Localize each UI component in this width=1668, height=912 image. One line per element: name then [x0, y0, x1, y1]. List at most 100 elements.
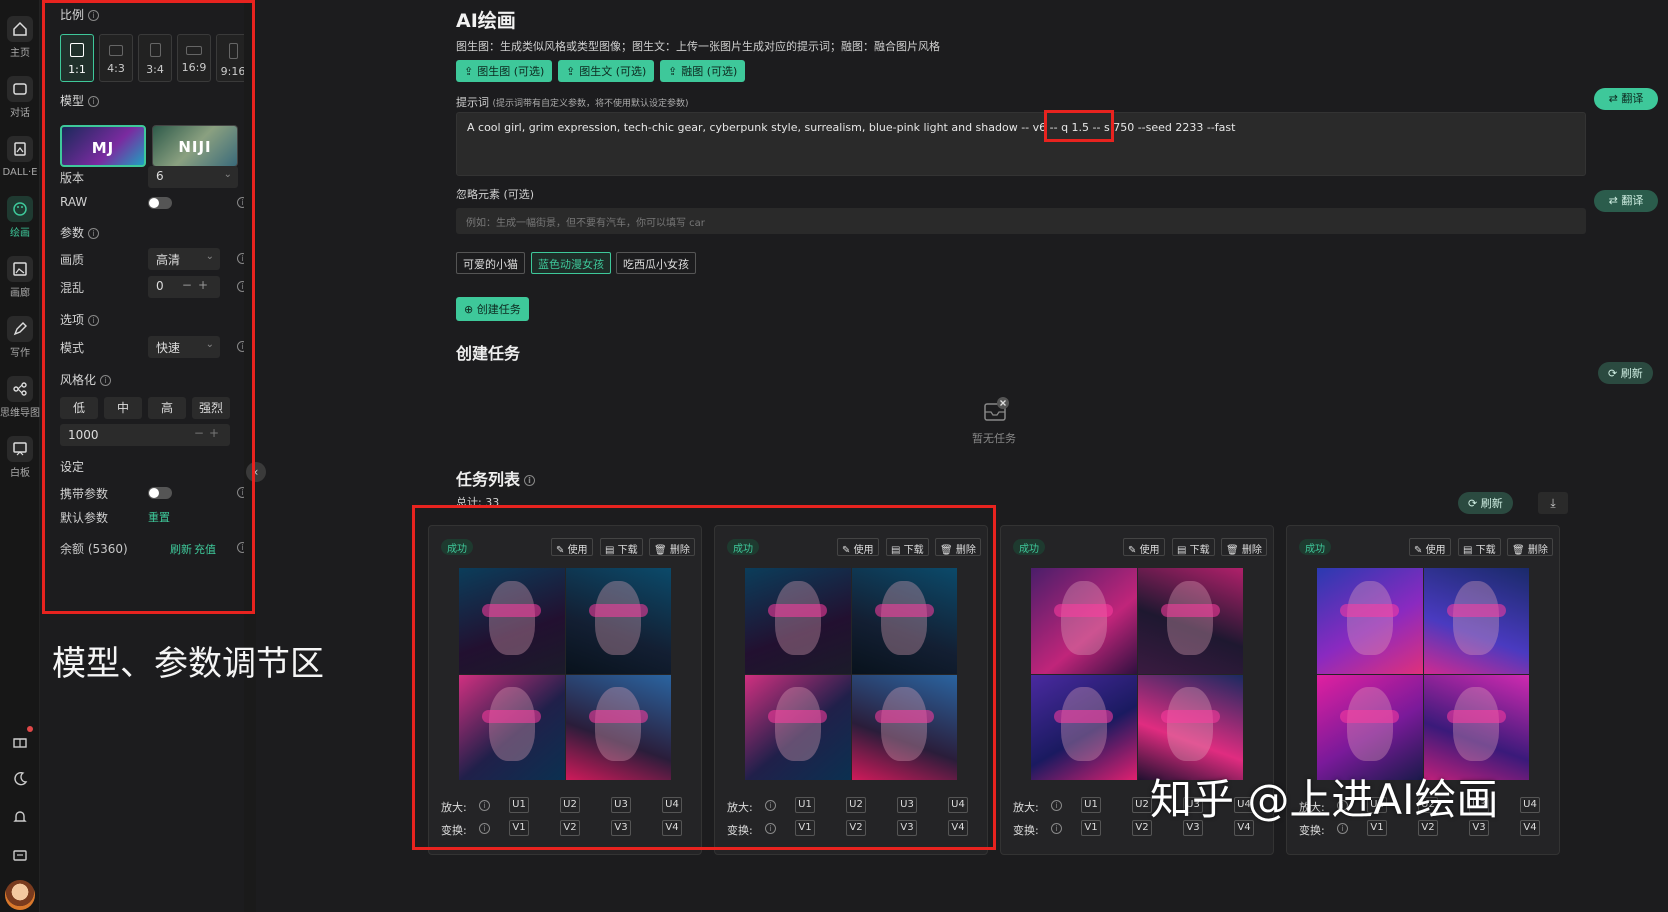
- prompt-textarea[interactable]: A cool girl, grim expression, tech-chic …: [456, 112, 1586, 176]
- generated-image[interactable]: [851, 568, 957, 674]
- info-icon[interactable]: i: [1051, 823, 1062, 834]
- ratio-option-3-4[interactable]: 3:4: [138, 34, 172, 82]
- info-icon[interactable]: i: [479, 800, 490, 811]
- generated-image[interactable]: [565, 674, 671, 780]
- img2text-upload-button[interactable]: ⇪ 图生文 (可选): [558, 60, 655, 82]
- quality-select[interactable]: 高清 ⌄: [148, 248, 220, 270]
- variation-v1-button[interactable]: V1: [509, 820, 529, 836]
- rail-item-writing[interactable]: 写作: [0, 308, 40, 366]
- model-mj[interactable]: MJ: [60, 125, 146, 167]
- img2img-upload-button[interactable]: ⇪ 图生图 (可选): [456, 60, 553, 82]
- variation-v2-button[interactable]: V2: [560, 820, 580, 836]
- refresh-tasks-button[interactable]: ⟳ 刷新: [1458, 492, 1513, 514]
- info-icon[interactable]: i: [88, 228, 100, 239]
- upscale-u1-button[interactable]: U1: [509, 797, 529, 813]
- upscale-u4-button[interactable]: U4: [948, 797, 968, 813]
- upscale-u2-button[interactable]: U2: [1132, 797, 1152, 813]
- image-grid[interactable]: [745, 568, 957, 780]
- rail-item-home[interactable]: 主页: [0, 8, 40, 66]
- variation-v2-button[interactable]: V2: [1132, 820, 1152, 836]
- image-grid[interactable]: [1317, 568, 1529, 780]
- info-icon[interactable]: i: [765, 800, 776, 811]
- generated-image[interactable]: [745, 568, 851, 674]
- delete-button[interactable]: 🗑 删除: [935, 538, 981, 556]
- version-select[interactable]: 6 ⌄: [148, 166, 238, 188]
- stylize-low-button[interactable]: 低: [60, 397, 98, 419]
- upscale-u1-button[interactable]: U1: [1081, 797, 1101, 813]
- variation-v1-button[interactable]: V1: [795, 820, 815, 836]
- stylize-stepper[interactable]: 1000 −+: [60, 424, 230, 446]
- stylize-high-button[interactable]: 高: [148, 397, 186, 419]
- translate-prompt-button[interactable]: ⇄ 翻译: [1594, 88, 1658, 110]
- generated-image[interactable]: [565, 568, 671, 674]
- generated-image[interactable]: [1423, 674, 1529, 780]
- image-grid[interactable]: [459, 568, 671, 780]
- variation-v4-button[interactable]: V4: [948, 820, 968, 836]
- delete-button[interactable]: 🗑 删除: [649, 538, 695, 556]
- generated-image[interactable]: [745, 674, 851, 780]
- download-button[interactable]: ▤ 下载: [886, 538, 929, 556]
- collapse-panel-button[interactable]: ‹: [246, 462, 266, 482]
- info-icon[interactable]: i: [1051, 800, 1062, 811]
- rail-item-mindmap[interactable]: 思维导图: [0, 368, 40, 426]
- create-task-button[interactable]: ⊕ 创建任务: [456, 297, 529, 321]
- preset-watermelon-girl[interactable]: 吃西瓜小女孩: [616, 252, 696, 274]
- generated-image[interactable]: [1137, 674, 1243, 780]
- translate-negative-button[interactable]: ⇄ 翻译: [1594, 190, 1658, 212]
- blend-upload-button[interactable]: ⇪ 融图 (可选): [660, 60, 746, 82]
- upscale-u3-button[interactable]: U3: [897, 797, 917, 813]
- info-icon[interactable]: i: [88, 315, 100, 326]
- rail-item-gallery[interactable]: 画廊: [0, 248, 40, 306]
- plus-minus-icon[interactable]: −+: [194, 426, 224, 440]
- image-grid[interactable]: [1031, 568, 1243, 780]
- bell-icon[interactable]: [11, 808, 29, 826]
- negative-prompt-input[interactable]: 例如：生成一幅街景，但不要有汽车，你可以填写 car: [456, 208, 1586, 234]
- preset-blue-anime-girl[interactable]: 蓝色动漫女孩: [531, 252, 611, 274]
- download-button[interactable]: ▤ 下载: [600, 538, 643, 556]
- gift-icon[interactable]: [11, 732, 29, 750]
- chaos-stepper[interactable]: 0 −+: [148, 276, 220, 298]
- upscale-u1-button[interactable]: U1: [795, 797, 815, 813]
- delete-button[interactable]: 🗑 删除: [1507, 538, 1553, 556]
- generated-image[interactable]: [1031, 568, 1137, 674]
- generated-image[interactable]: [1031, 674, 1137, 780]
- generated-image[interactable]: [1423, 568, 1529, 674]
- upscale-u2-button[interactable]: U2: [846, 797, 866, 813]
- info-icon[interactable]: i: [88, 10, 100, 21]
- variation-v3-button[interactable]: V3: [611, 820, 631, 836]
- avatar[interactable]: [5, 880, 35, 910]
- variation-v1-button[interactable]: V1: [1081, 820, 1101, 836]
- inbox-icon[interactable]: [11, 846, 29, 864]
- use-button[interactable]: ✎ 使用: [837, 538, 879, 556]
- generated-image[interactable]: [459, 674, 565, 780]
- generated-image[interactable]: [1137, 568, 1243, 674]
- generated-image[interactable]: [459, 568, 565, 674]
- rail-item-dalle[interactable]: DALL·E: [0, 128, 40, 186]
- variation-v4-button[interactable]: V4: [1520, 820, 1540, 836]
- upscale-u2-button[interactable]: U2: [560, 797, 580, 813]
- ratio-option-16-9[interactable]: 16:9: [177, 34, 211, 82]
- use-button[interactable]: ✎ 使用: [1409, 538, 1451, 556]
- upscale-u4-button[interactable]: U4: [662, 797, 682, 813]
- rail-item-painting[interactable]: 绘画: [0, 188, 40, 246]
- delete-button[interactable]: 🗑 删除: [1221, 538, 1267, 556]
- variation-v3-button[interactable]: V3: [897, 820, 917, 836]
- info-icon[interactable]: i: [765, 823, 776, 834]
- rail-item-whiteboard[interactable]: 白板: [0, 428, 40, 486]
- refresh-create-button[interactable]: ⟳ 刷新: [1598, 362, 1653, 384]
- generated-image[interactable]: [851, 674, 957, 780]
- stylize-strong-button[interactable]: 强烈: [192, 397, 230, 419]
- use-button[interactable]: ✎ 使用: [551, 538, 593, 556]
- info-icon[interactable]: i: [479, 823, 490, 834]
- variation-v2-button[interactable]: V2: [846, 820, 866, 836]
- panel-scrollbar[interactable]: [244, 0, 256, 912]
- recharge-link[interactable]: 充值: [194, 541, 216, 557]
- carry-params-toggle[interactable]: [148, 487, 172, 499]
- stylize-medium-button[interactable]: 中: [104, 397, 142, 419]
- download-button[interactable]: ▤ 下载: [1172, 538, 1215, 556]
- download-all-button[interactable]: ⤓: [1538, 492, 1568, 514]
- ratio-option-4-3[interactable]: 4:3: [99, 34, 133, 82]
- rail-item-chat[interactable]: 对话: [0, 68, 40, 126]
- preset-cute-cat[interactable]: 可爱的小猫: [456, 252, 525, 274]
- mode-select[interactable]: 快速 ⌄: [148, 336, 220, 358]
